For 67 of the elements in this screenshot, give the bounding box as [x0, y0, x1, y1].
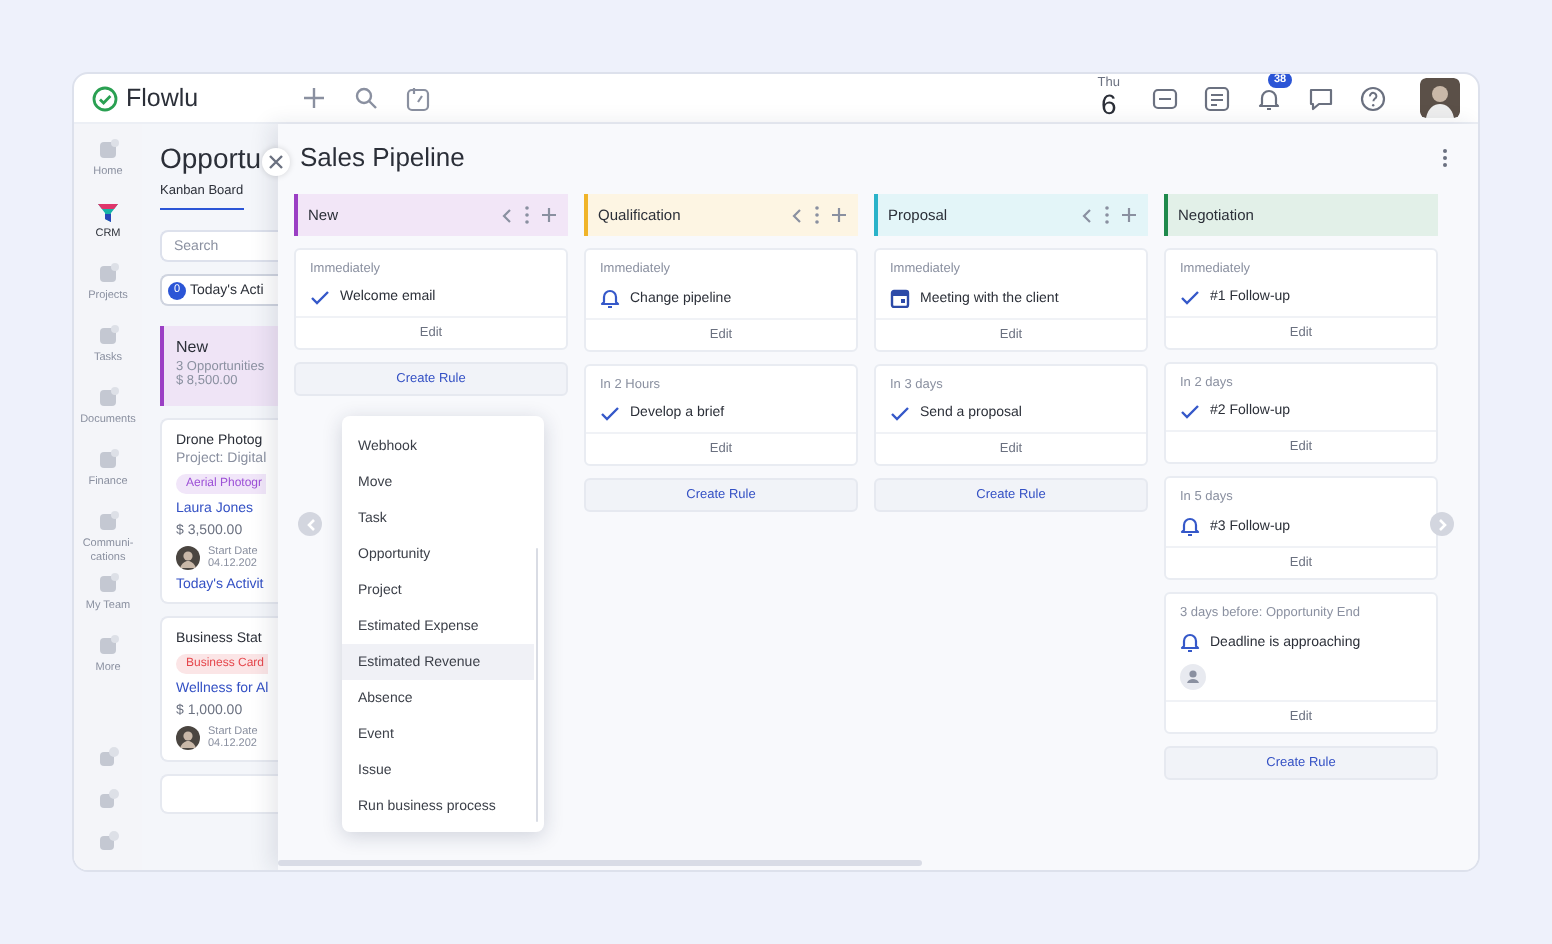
module-icon	[96, 634, 120, 658]
plus-icon	[302, 86, 327, 110]
collapse-button[interactable]	[792, 207, 802, 223]
chevron-left-icon	[792, 207, 802, 223]
more-button[interactable]	[524, 206, 530, 224]
chat-icon	[1307, 85, 1333, 111]
help-button[interactable]	[1356, 82, 1388, 114]
funnel-icon	[96, 200, 120, 224]
page-title: Opportu	[160, 142, 262, 178]
more-button[interactable]	[814, 206, 820, 224]
module-icon	[96, 830, 120, 854]
note-icon	[406, 85, 431, 111]
module-icon	[96, 572, 120, 596]
kebab-icon	[524, 206, 530, 224]
module-icon	[95, 448, 120, 472]
bell-icon	[600, 288, 620, 308]
collapse-button[interactable]	[502, 207, 512, 223]
close-button[interactable]	[262, 148, 290, 176]
person-avatar	[176, 726, 200, 750]
kebab-icon	[814, 206, 820, 224]
bell-icon	[1180, 632, 1200, 652]
module-icon	[96, 324, 120, 348]
check-icon	[1180, 402, 1200, 420]
module-icon	[96, 746, 120, 770]
collapse-button[interactable]	[1082, 207, 1092, 223]
more-button[interactable]	[1438, 145, 1450, 169]
check-icon	[1180, 288, 1200, 306]
help-icon	[1359, 85, 1385, 111]
check-icon	[600, 404, 620, 422]
panel-title: Sales Pipeline	[300, 142, 467, 172]
add-button[interactable]	[542, 208, 556, 222]
check-circle-icon	[92, 85, 118, 111]
plus-icon	[1122, 208, 1136, 222]
user-avatar[interactable]	[1420, 78, 1460, 118]
module-icon	[96, 510, 120, 534]
check-icon	[310, 288, 330, 306]
module-icon	[96, 262, 120, 286]
add-button[interactable]	[1122, 208, 1136, 222]
module-icon	[95, 386, 120, 410]
mail-icon	[1151, 85, 1177, 111]
check-icon	[890, 404, 910, 422]
bell-icon	[1180, 516, 1200, 536]
more-button[interactable]	[1104, 206, 1110, 224]
add-button[interactable]	[832, 208, 846, 222]
chevron-left-icon	[502, 207, 512, 223]
plus-icon	[832, 208, 846, 222]
module-icon	[96, 788, 120, 812]
module-icon	[95, 138, 120, 162]
note-button[interactable]	[402, 82, 435, 114]
document-button[interactable]	[1200, 82, 1232, 114]
day-number: 6	[1101, 90, 1117, 119]
stage-name: New	[176, 338, 211, 356]
app-logo-text: Flowlu	[126, 84, 199, 112]
chevron-left-icon	[1082, 207, 1092, 223]
kebab-icon	[1441, 147, 1447, 167]
scrollbar[interactable]	[535, 548, 538, 822]
person-avatar	[176, 546, 200, 570]
search-icon	[354, 86, 379, 110]
document-icon	[1203, 85, 1229, 111]
kebab-icon	[1104, 206, 1110, 224]
close-icon	[268, 154, 284, 170]
bell-icon	[1255, 85, 1281, 111]
user-icon	[1180, 664, 1206, 690]
chevron-left-icon	[305, 517, 315, 531]
plus-icon	[542, 208, 556, 222]
chevron-right-icon	[1437, 517, 1447, 531]
calendar-icon	[890, 288, 910, 308]
